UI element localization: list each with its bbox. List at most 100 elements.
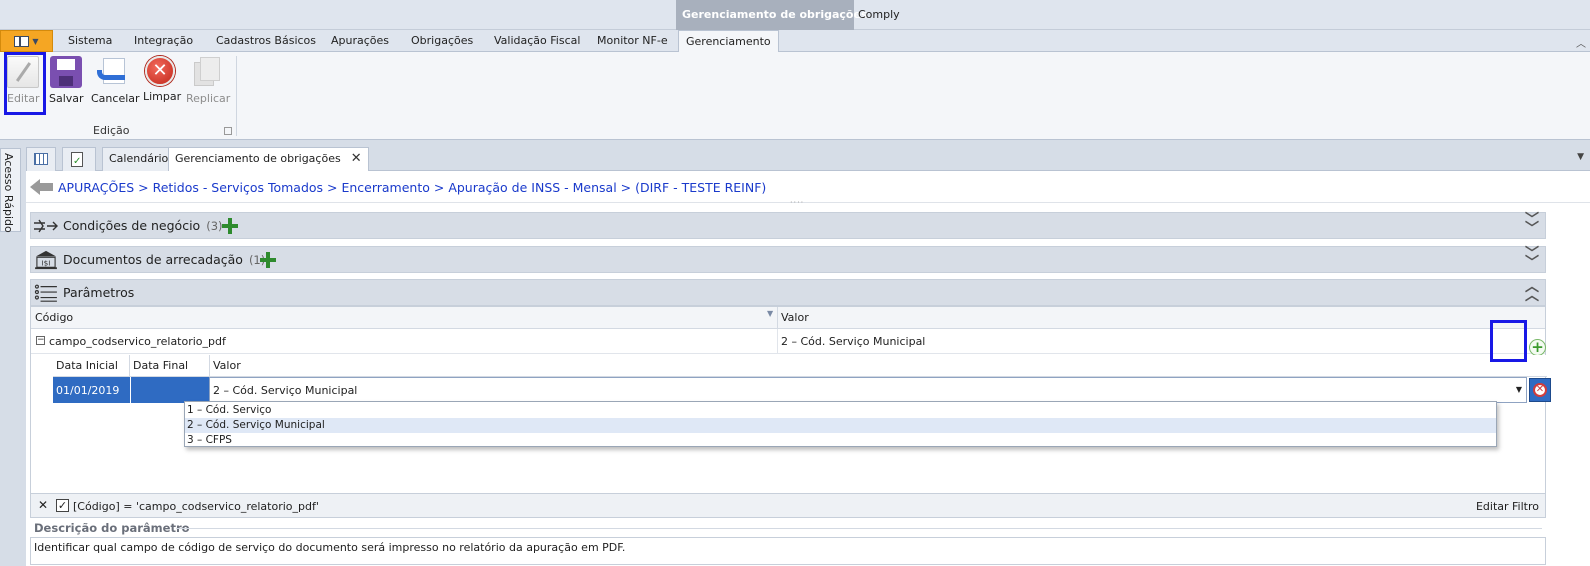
detail-grid-header: Data Inicial Data Final Valor — [53, 355, 1547, 377]
tab-obrigacoes[interactable]: Obrigações — [411, 34, 473, 47]
dropdown-option[interactable]: 3 – CFPS — [185, 433, 1496, 448]
dropdown-arrow-icon[interactable]: ▼ — [1516, 385, 1522, 394]
table-row[interactable]: − campo_codservico_relatorio_pdf 2 – Cód… — [31, 329, 1545, 354]
undo-document-icon — [97, 56, 129, 88]
tab-cadastros-basicos[interactable]: Cadastros Básicos — [216, 34, 316, 47]
tab-calendario[interactable]: Calendário — [102, 147, 176, 171]
splitter-grip[interactable]: ···· — [790, 198, 804, 207]
column-header-data-inicial[interactable]: Data Inicial — [56, 359, 118, 372]
section-condicoes-negocio[interactable]: Condições de negócio (3) ﹀ ﹀ — [30, 212, 1546, 239]
dropdown-option[interactable]: 1 – Cód. Serviço — [185, 403, 1496, 418]
filter-icon[interactable]: ▼ — [767, 309, 773, 318]
section-title: Documentos de arrecadação — [63, 252, 243, 267]
description-text: Identificar qual campo de código de serv… — [34, 541, 626, 554]
replicate-button[interactable]: Replicar — [186, 56, 231, 105]
tab-calendario-label: Calendário — [109, 152, 169, 165]
checklist-icon — [71, 151, 83, 173]
collapse-row-icon[interactable]: − — [36, 336, 45, 345]
add-icon[interactable] — [221, 217, 239, 235]
quick-access-label: Acesso Rápido — [2, 153, 15, 233]
column-header-valor[interactable]: Valor — [781, 311, 809, 324]
close-icon[interactable]: ✕ — [351, 151, 362, 166]
filter-bar: ✕ ✓ [Código] = 'campo_codservico_relator… — [30, 493, 1546, 518]
expand-icon[interactable]: ﹀ ﹀ — [1525, 247, 1539, 270]
book-icon — [14, 35, 30, 47]
back-arrow-icon[interactable] — [30, 179, 54, 195]
column-header-data-final[interactable]: Data Final — [133, 359, 188, 372]
copy-pages-icon — [190, 56, 222, 88]
section-title: Condições de negócio — [63, 218, 201, 233]
context-title: Gerenciamento de obrigações — [676, 0, 868, 30]
grid-icon — [34, 153, 48, 165]
collapse-ribbon-icon[interactable]: ︿ — [1576, 35, 1586, 50]
add-value-button[interactable]: + — [1529, 339, 1546, 356]
valor-dropdown-list: 1 – Cód. Serviço 2 – Cód. Serviço Munici… — [184, 401, 1497, 447]
section-documentos-arrecadacao[interactable]: I$I Documentos de arrecadação (1) ﹀ ﹀ — [30, 246, 1546, 273]
section-title: Parâmetros — [63, 285, 135, 300]
save-button-label: Salvar — [49, 92, 84, 105]
column-header-valor-detail[interactable]: Valor — [213, 359, 241, 372]
cell-valor: 2 – Cód. Serviço Municipal — [781, 335, 926, 348]
svg-text:I$I: I$I — [42, 258, 51, 267]
tab-grid-view[interactable] — [26, 147, 56, 171]
bank-building-icon: I$I — [35, 250, 57, 270]
detail-row[interactable]: 01/01/2019 2 – Cód. Serviço Municipal ▼ … — [53, 377, 1551, 403]
delete-icon: ✕ — [1533, 383, 1547, 397]
document-tabs: Calendário Gerenciamento de obrigações✕ … — [26, 146, 1590, 173]
quick-access-panel[interactable]: Acesso Rápido — [0, 148, 21, 233]
ribbon-group-label: Edição — [93, 124, 130, 137]
dropdown-option-selected[interactable]: 2 – Cód. Serviço Municipal — [185, 418, 1496, 433]
cell-codigo: campo_codservico_relatorio_pdf — [49, 335, 226, 348]
cancel-button[interactable]: Cancelar — [91, 56, 140, 105]
clear-filter-icon[interactable]: ✕ — [38, 498, 48, 512]
grid-header: Código ▼ Valor — [31, 307, 1545, 329]
title-bar: Gerenciamento de obrigações Comply — [0, 0, 1590, 30]
delete-row-button[interactable]: ✕ — [1529, 378, 1551, 402]
combobox-value: 2 – Cód. Serviço Municipal — [213, 384, 358, 397]
cell-data-inicial[interactable]: 01/01/2019 — [53, 377, 130, 403]
clear-button-label: Limpar — [143, 90, 182, 103]
tab-sistema[interactable]: Sistema — [68, 34, 112, 47]
app-menu-button[interactable]: ▼ — [0, 30, 53, 52]
clear-button[interactable]: ✕ Limpar — [143, 56, 182, 103]
ribbon-group-separator — [236, 56, 237, 136]
tabs-dropdown-icon[interactable]: ▼ — [1577, 152, 1584, 162]
cell-data-final[interactable] — [131, 377, 209, 403]
filter-expression[interactable]: [Código] = 'campo_codservico_relatorio_p… — [73, 500, 319, 513]
business-conditions-icon — [34, 219, 58, 233]
valor-combobox[interactable]: 2 – Cód. Serviço Municipal ▼ — [209, 377, 1527, 403]
column-header-codigo[interactable]: Código — [35, 311, 73, 324]
breadcrumb[interactable]: APURAÇÕES > Retidos - Serviços Tomados >… — [58, 180, 766, 195]
tab-gerenciamento[interactable]: Gerenciamento — [678, 30, 779, 53]
list-icon — [34, 284, 57, 302]
tab-checklist[interactable] — [62, 147, 96, 173]
red-x-circle-icon: ✕ — [145, 56, 175, 86]
expand-icon[interactable]: ﹀ ﹀ — [1525, 213, 1539, 236]
group-launcher-icon[interactable] — [224, 127, 232, 135]
menu-tabs-row: ▼ Sistema Integração Cadastros Básicos A… — [0, 30, 1590, 53]
tab-apuracoes[interactable]: Apurações — [331, 34, 389, 47]
breadcrumb-bar: APURAÇÕES > Retidos - Serviços Tomados >… — [26, 171, 1590, 207]
tab-gerenciamento-obrigacoes[interactable]: Gerenciamento de obrigações ✕ — [168, 147, 369, 172]
description-title: Descrição do parâmetro — [34, 521, 190, 535]
ribbon: Editar Salvar Cancelar ✕ Limpar Replicar — [0, 52, 1590, 140]
tab-monitor-nfe[interactable]: Monitor NF-e — [597, 34, 668, 47]
edit-button-highlight — [4, 52, 46, 115]
tab-validacao-fiscal[interactable]: Validação Fiscal — [494, 34, 580, 47]
add-icon[interactable] — [259, 251, 277, 269]
description-box: Identificar qual campo de código de serv… — [30, 537, 1546, 565]
description-divider — [176, 528, 1542, 529]
save-button[interactable]: Salvar — [49, 56, 84, 105]
edit-filter-button[interactable]: Editar Filtro — [1476, 500, 1539, 513]
collapse-icon[interactable]: ︿ ︿ — [1525, 280, 1539, 303]
replicate-button-label: Replicar — [186, 92, 231, 105]
cell-data-inicial-value: 01/01/2019 — [56, 384, 120, 397]
floppy-disk-icon — [50, 56, 82, 88]
tab-integracao[interactable]: Integração — [134, 34, 193, 47]
filter-enabled-checkbox[interactable]: ✓ — [56, 499, 69, 512]
cancel-button-label: Cancelar — [91, 92, 140, 105]
tab-gerenciamento-obrigacoes-label: Gerenciamento de obrigações — [175, 152, 341, 165]
section-parametros[interactable]: Parâmetros ︿ ︿ — [30, 279, 1546, 306]
app-name: Comply — [858, 8, 900, 21]
add-value-highlight — [1490, 320, 1527, 362]
